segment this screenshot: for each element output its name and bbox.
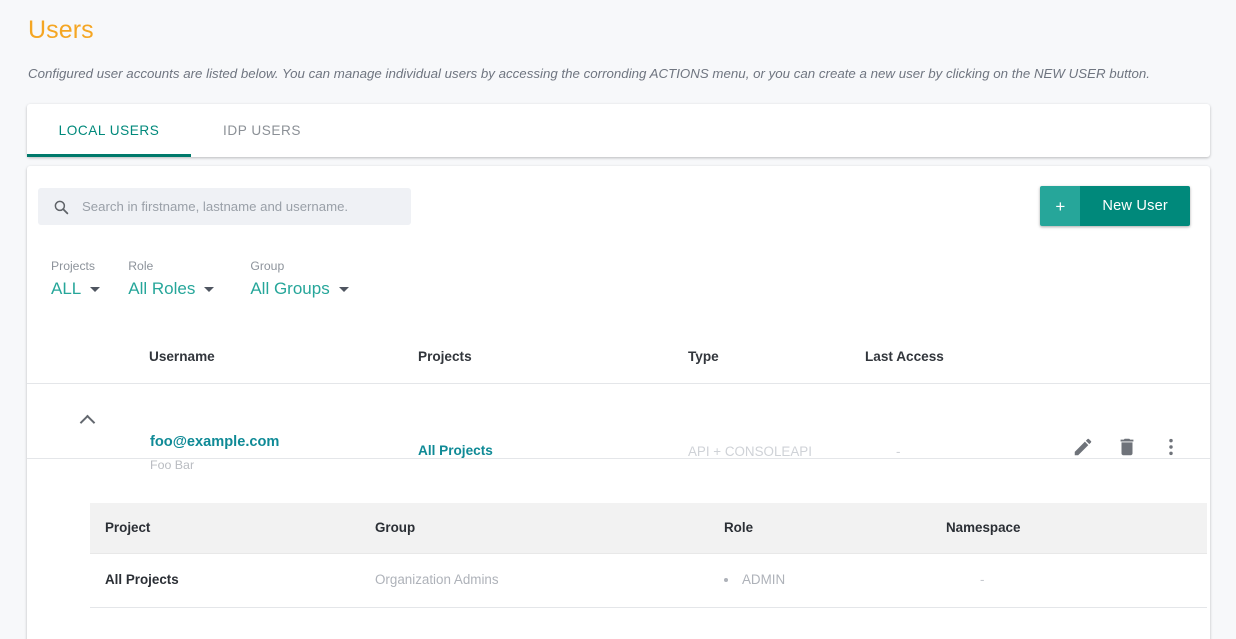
subrow-role: ADMIN xyxy=(724,572,785,587)
subcolumn-header-group: Group xyxy=(375,520,416,535)
tab-bar: LOCAL USERS IDP USERS xyxy=(27,104,1210,157)
filter-group-select[interactable]: All Groups xyxy=(250,279,349,299)
filter-group-label: Group xyxy=(250,259,285,273)
subrow-project: All Projects xyxy=(105,572,179,587)
users-page: Users Configured user accounts are liste… xyxy=(0,0,1236,639)
subcolumn-header-project: Project xyxy=(105,520,151,535)
bullet-icon xyxy=(724,577,728,582)
user-fullname: Foo Bar xyxy=(150,458,195,472)
subrow-group: Organization Admins xyxy=(375,572,499,587)
filter-projects-select[interactable]: ALL xyxy=(51,279,101,299)
filter-projects: Projects ALL xyxy=(51,258,101,299)
subtable-header: Project Group Role Namespace xyxy=(90,503,1207,554)
tab-idp-users[interactable]: IDP USERS xyxy=(191,104,333,157)
expand-row-toggle[interactable] xyxy=(73,406,101,434)
table-row: foo@example.com Foo Bar All Projects API… xyxy=(27,384,1210,472)
tabs-card: LOCAL USERS IDP USERS xyxy=(27,104,1210,157)
users-table-header: Username Projects Type Last Access xyxy=(27,338,1210,384)
user-last-access: - xyxy=(896,444,901,459)
filter-role-label: Role xyxy=(128,259,154,273)
filter-projects-value: ALL xyxy=(51,279,82,298)
subcolumn-header-role: Role xyxy=(724,520,754,535)
user-username-link[interactable]: foo@example.com xyxy=(150,434,279,450)
chevron-up-icon xyxy=(79,414,95,430)
chevron-down-icon xyxy=(204,286,215,292)
filter-bar: Projects ALL Role All Roles Group All Gr… xyxy=(51,258,385,299)
filter-role: Role All Roles xyxy=(128,258,215,299)
search-input[interactable] xyxy=(82,199,397,214)
user-details-subtable: Project Group Role Namespace All Project… xyxy=(90,503,1207,608)
row-actions xyxy=(1072,436,1182,458)
filter-role-value: All Roles xyxy=(128,279,196,298)
subrow-role-label: ADMIN xyxy=(742,572,786,587)
column-header-type: Type xyxy=(688,349,719,364)
page-title: Users xyxy=(28,16,94,44)
edit-icon[interactable] xyxy=(1072,436,1094,458)
tab-local-users[interactable]: LOCAL USERS xyxy=(27,104,191,157)
users-content-card: + New User Projects ALL Role All Roles G… xyxy=(27,166,1210,639)
filter-group: Group All Groups xyxy=(250,258,349,299)
new-user-button-label: New User xyxy=(1080,186,1190,226)
tab-idp-users-label: IDP USERS xyxy=(223,123,301,138)
chevron-down-icon xyxy=(338,286,349,292)
user-projects-link[interactable]: All Projects xyxy=(418,443,493,458)
search-box[interactable] xyxy=(38,188,411,225)
more-icon[interactable] xyxy=(1160,436,1182,458)
subcolumn-header-namespace: Namespace xyxy=(946,520,1021,535)
column-header-last-access: Last Access xyxy=(865,349,944,364)
column-header-projects: Projects xyxy=(418,349,472,364)
subrow-namespace: - xyxy=(980,572,985,587)
plus-icon: + xyxy=(1040,186,1081,226)
filter-group-value: All Groups xyxy=(250,279,330,298)
search-icon xyxy=(52,198,70,216)
filter-projects-label: Projects xyxy=(51,259,96,273)
delete-icon[interactable] xyxy=(1116,436,1138,458)
filter-role-select[interactable]: All Roles xyxy=(128,279,215,299)
user-type: API + CONSOLEAPI xyxy=(688,444,812,459)
new-user-button[interactable]: + New User xyxy=(1040,186,1190,226)
chevron-down-icon xyxy=(90,286,101,292)
subtable-row: All Projects Organization Admins ADMIN - xyxy=(90,554,1207,608)
page-description: Configured user accounts are listed belo… xyxy=(28,66,1150,81)
column-header-username: Username xyxy=(149,349,215,364)
tab-local-users-label: LOCAL USERS xyxy=(58,123,160,138)
